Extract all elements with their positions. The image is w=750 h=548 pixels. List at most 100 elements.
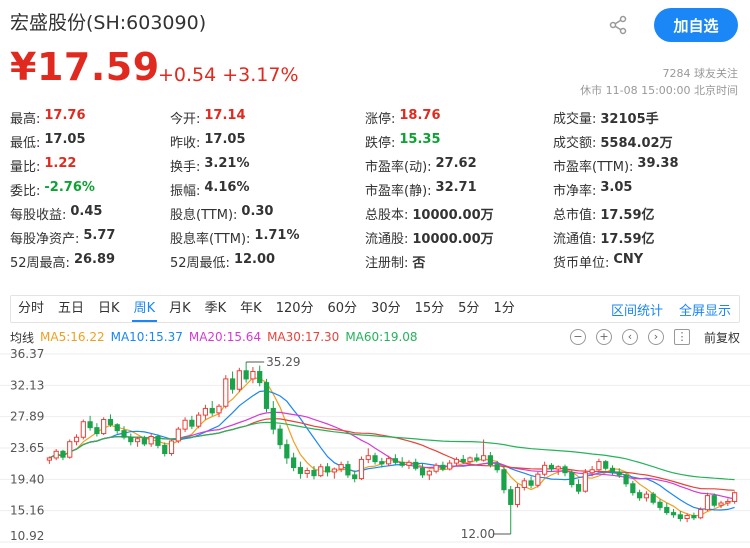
tab-period[interactable]: 分时	[11, 296, 51, 322]
stat-label: 每股收益:	[10, 207, 67, 223]
stat-value: 32105手	[600, 111, 659, 127]
stat-label: 货币单位:	[553, 255, 610, 271]
candle-body	[670, 512, 677, 516]
stat-value: 17.59亿	[600, 207, 655, 223]
stat-value: 10000.00万	[412, 207, 494, 223]
stat-value: 5584.02万	[600, 135, 673, 151]
kline-chart[interactable]: 36.37 32.13 27.89 23.65 19.40 15.16 10.92 35.29…	[0, 346, 750, 548]
zoom-in-icon[interactable]: +	[595, 329, 612, 345]
stat-label: 最低:	[10, 135, 41, 151]
adjust-mode-select[interactable]: 前复权	[704, 329, 740, 346]
candle-body	[270, 407, 276, 430]
tab-period[interactable]: 60分	[321, 296, 365, 322]
candle-body	[698, 509, 704, 519]
followers-count[interactable]: 7284 球友关注	[663, 65, 739, 81]
stat-value: 1.71%	[254, 227, 300, 243]
candle-body	[345, 464, 351, 476]
stat-label: 股息率(TTM):	[170, 231, 251, 247]
tab-period[interactable]: 1分	[486, 296, 521, 322]
candle-body	[637, 492, 643, 499]
candle-body	[209, 407, 215, 414]
tab-period[interactable]: 年K	[233, 296, 269, 322]
stat-label: 流通股:	[365, 231, 409, 247]
stat-label: 52周最低:	[170, 255, 230, 271]
candle-body	[609, 467, 616, 473]
candle-body	[691, 515, 697, 519]
candle-body	[107, 419, 114, 426]
stock-name: 宏盛股份(SH:603090)	[10, 12, 207, 34]
candle-body	[419, 467, 426, 476]
candle-body	[386, 458, 392, 465]
candle-body	[67, 441, 73, 458]
stat-item: 市盈率(动): 27.62	[365, 156, 553, 175]
stat-item: 股息(TTM): 0.30	[170, 204, 365, 223]
candle-body	[630, 483, 636, 494]
tab-period[interactable]: 周K	[127, 296, 163, 322]
current-price: ¥17.59	[10, 45, 160, 89]
stat-label: 涨停:	[365, 111, 396, 127]
candle-body	[399, 461, 405, 466]
candle-body	[229, 378, 236, 390]
stat-label: 成交额:	[553, 135, 597, 151]
stat-label: 振幅:	[170, 183, 201, 199]
stat-item: 52周最低: 12.00	[170, 252, 365, 271]
candle-body	[562, 466, 568, 474]
stat-value: 4.16%	[204, 179, 250, 195]
tab-period[interactable]: 日K	[91, 296, 127, 322]
zoom-out-icon[interactable]: −	[569, 329, 586, 345]
ma-label: 均线	[10, 330, 35, 345]
stat-value: 12.00	[233, 251, 276, 267]
stat-value: 27.62	[435, 155, 477, 171]
candle-body	[392, 458, 398, 463]
tab-period[interactable]: 15分	[408, 296, 452, 322]
stat-value: 17.05	[204, 131, 246, 147]
candle-body	[168, 440, 175, 455]
candle-body	[182, 419, 188, 430]
candle-body	[291, 457, 297, 469]
stat-item: 换手: 3.21%	[170, 156, 365, 175]
interval-stats-link[interactable]: 区间统计	[603, 300, 671, 319]
next-icon[interactable]: ›	[647, 329, 664, 345]
add-watchlist-button[interactable]: 加自选	[654, 8, 738, 42]
candle-body	[379, 461, 385, 465]
tab-period[interactable]: 季K	[198, 296, 234, 322]
stat-value: 17.76	[44, 107, 86, 123]
stat-item: 量比: 1.22	[10, 156, 170, 175]
stats-row: 委比: -2.76% 振幅: 4.16% 市盈率(静): 32.71 市净率: 3.05	[10, 177, 745, 201]
tab-period[interactable]: 120分	[269, 296, 321, 322]
candle-body	[657, 501, 663, 508]
stat-item: 每股净资产: 5.77	[10, 228, 170, 247]
tab-period[interactable]: 5分	[451, 296, 486, 322]
annotation-high: 35.29	[266, 355, 300, 369]
candle-body	[528, 480, 534, 486]
candle-body	[324, 466, 331, 473]
candle-body	[53, 450, 59, 459]
y-tick-label: 10.92	[10, 529, 44, 543]
y-tick-label: 23.65	[10, 441, 44, 455]
candle-body	[589, 469, 595, 474]
candle-body	[141, 438, 147, 445]
candle-body	[121, 430, 127, 438]
fullscreen-link[interactable]: 全屏显示	[671, 300, 739, 319]
stats-row: 最低: 17.05 昨收: 17.05 跌停: 15.35 成交额: 5584.02万	[10, 129, 745, 153]
candle-body	[155, 436, 161, 446]
candle-body	[555, 466, 561, 470]
tab-period[interactable]: 30分	[364, 296, 408, 322]
candle-body	[413, 461, 419, 469]
candle-body	[223, 378, 229, 407]
candle-body	[508, 489, 514, 505]
candle-body	[711, 495, 717, 506]
share-icon[interactable]	[608, 15, 628, 35]
stat-item: 货币单位: CNY	[553, 252, 743, 271]
prev-icon[interactable]: ‹	[621, 329, 638, 345]
tab-period[interactable]: 五日	[51, 296, 91, 322]
candle-body	[243, 370, 249, 380]
ma-value: MA5:16.22	[40, 330, 105, 344]
candle-body	[236, 370, 242, 390]
stat-item: 市净率: 3.05	[553, 180, 743, 199]
settings-icon[interactable]: ⋮	[673, 329, 690, 345]
candle-body	[575, 484, 582, 492]
candle-body	[277, 428, 283, 446]
stat-item: 流通股: 10000.00万	[365, 228, 553, 247]
tab-period[interactable]: 月K	[162, 296, 198, 322]
